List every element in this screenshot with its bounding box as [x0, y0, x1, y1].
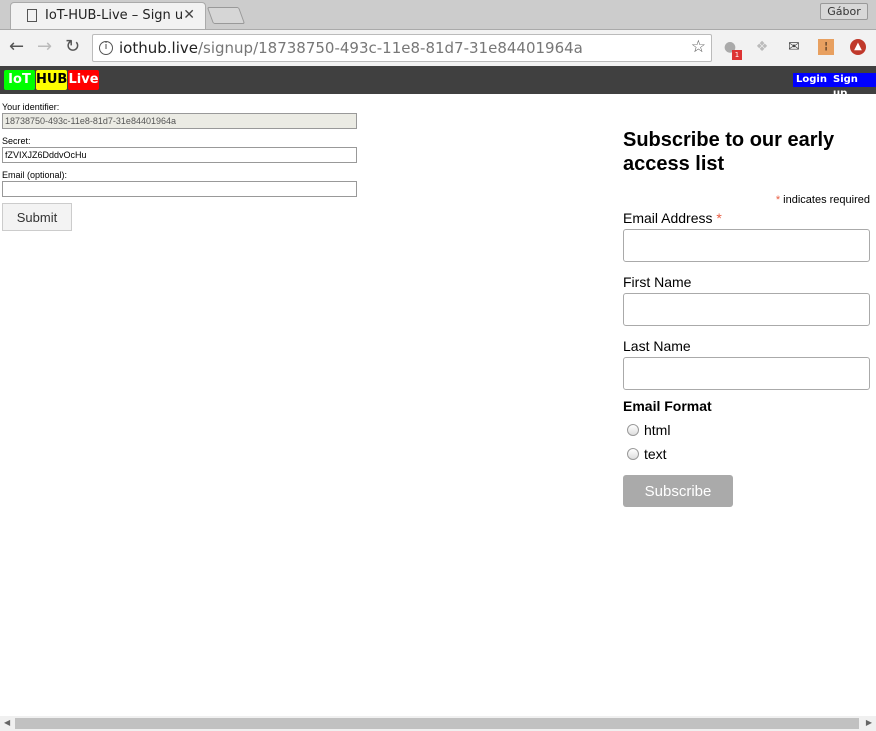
logo-live[interactable]: Live [68, 70, 99, 90]
forward-icon[interactable]: → [37, 36, 52, 57]
required-asterisk: * [775, 194, 781, 206]
secret-label: Secret: [2, 136, 31, 146]
browser-toolbar: ← → ↻ i iothub.live/signup/18738750-493c… [0, 29, 876, 66]
identifier-label: Your identifier: [2, 102, 60, 112]
address-bar[interactable]: i iothub.live/signup/18738750-493c-11e8-… [92, 34, 712, 62]
first-name-label: First Name [623, 274, 692, 290]
email-address-label-text: Email Address [623, 210, 713, 226]
page-icon [27, 9, 37, 22]
close-tab-icon[interactable]: ✕ [183, 7, 195, 23]
format-html-label: html [644, 422, 671, 438]
signup-button[interactable]: Sign up [830, 73, 876, 99]
email-address-input[interactable] [623, 229, 870, 262]
horizontal-scrollbar[interactable]: ◀ ▶ [0, 716, 876, 731]
tab-title: IoT-HUB-Live – Sign u [45, 8, 184, 23]
email-address-label: Email Address * [623, 210, 870, 229]
info-icon[interactable]: i [99, 41, 113, 55]
dropbox-icon[interactable]: ❖ [754, 39, 770, 55]
scroll-right-icon[interactable]: ▶ [866, 718, 872, 727]
format-html-radio[interactable]: html [623, 422, 870, 438]
url-path: /signup/18738750-493c-11e8-81d7-31e84401… [197, 39, 583, 57]
signup-form: Your identifier: Secret: Email (optional… [2, 102, 357, 231]
required-note: * indicates required [623, 194, 870, 206]
extension-badge: 1 [732, 50, 742, 60]
first-name-input[interactable] [623, 293, 870, 326]
extension-globe-icon[interactable]: ● 1 [722, 39, 742, 60]
logo-iot[interactable]: IoT [4, 70, 35, 90]
format-text-label: text [644, 446, 667, 462]
scroll-left-icon[interactable]: ◀ [4, 718, 10, 727]
logo-hub[interactable]: HUB [36, 70, 67, 90]
format-text-radio[interactable]: text [623, 446, 870, 462]
scrollbar-thumb[interactable] [15, 718, 859, 729]
email-field[interactable] [2, 181, 357, 197]
url-host: iothub.live [119, 39, 198, 57]
browser-tab[interactable]: IoT-HUB-Live – Sign u ✕ [10, 2, 206, 29]
email-label: Email (optional): [2, 170, 68, 180]
required-note-text: indicates required [783, 194, 870, 206]
profile-button[interactable]: Gábor [820, 3, 868, 20]
identifier-field[interactable] [2, 113, 357, 129]
email-format-label: Email Format [623, 398, 712, 414]
submit-button[interactable]: Submit [2, 203, 72, 231]
mail-icon[interactable]: ✉ [786, 39, 802, 55]
last-name-label: Last Name [623, 338, 691, 354]
bookmark-star-icon[interactable]: ☆ [691, 37, 706, 57]
reload-icon[interactable]: ↻ [65, 36, 80, 57]
subscribe-form: Subscribe to our early access list * ind… [623, 128, 870, 507]
site-header: IoT HUB Live Login Sign up [0, 66, 876, 99]
radio-circle[interactable] [627, 424, 639, 436]
login-button[interactable]: Login [793, 73, 830, 87]
last-name-input[interactable] [623, 357, 870, 390]
radio-circle[interactable] [627, 448, 639, 460]
upload-icon[interactable]: ▲ [850, 39, 866, 55]
tab-strip: IoT-HUB-Live – Sign u ✕ Gábor [0, 0, 876, 29]
required-asterisk: * [716, 210, 722, 226]
new-tab-button[interactable] [206, 7, 246, 24]
extension-face-icon[interactable]: ¦ [818, 39, 834, 55]
subscribe-button[interactable]: Subscribe [623, 475, 733, 507]
subscribe-title: Subscribe to our early access list [623, 129, 835, 175]
secret-field[interactable] [2, 147, 357, 163]
back-icon[interactable]: ← [9, 36, 24, 57]
